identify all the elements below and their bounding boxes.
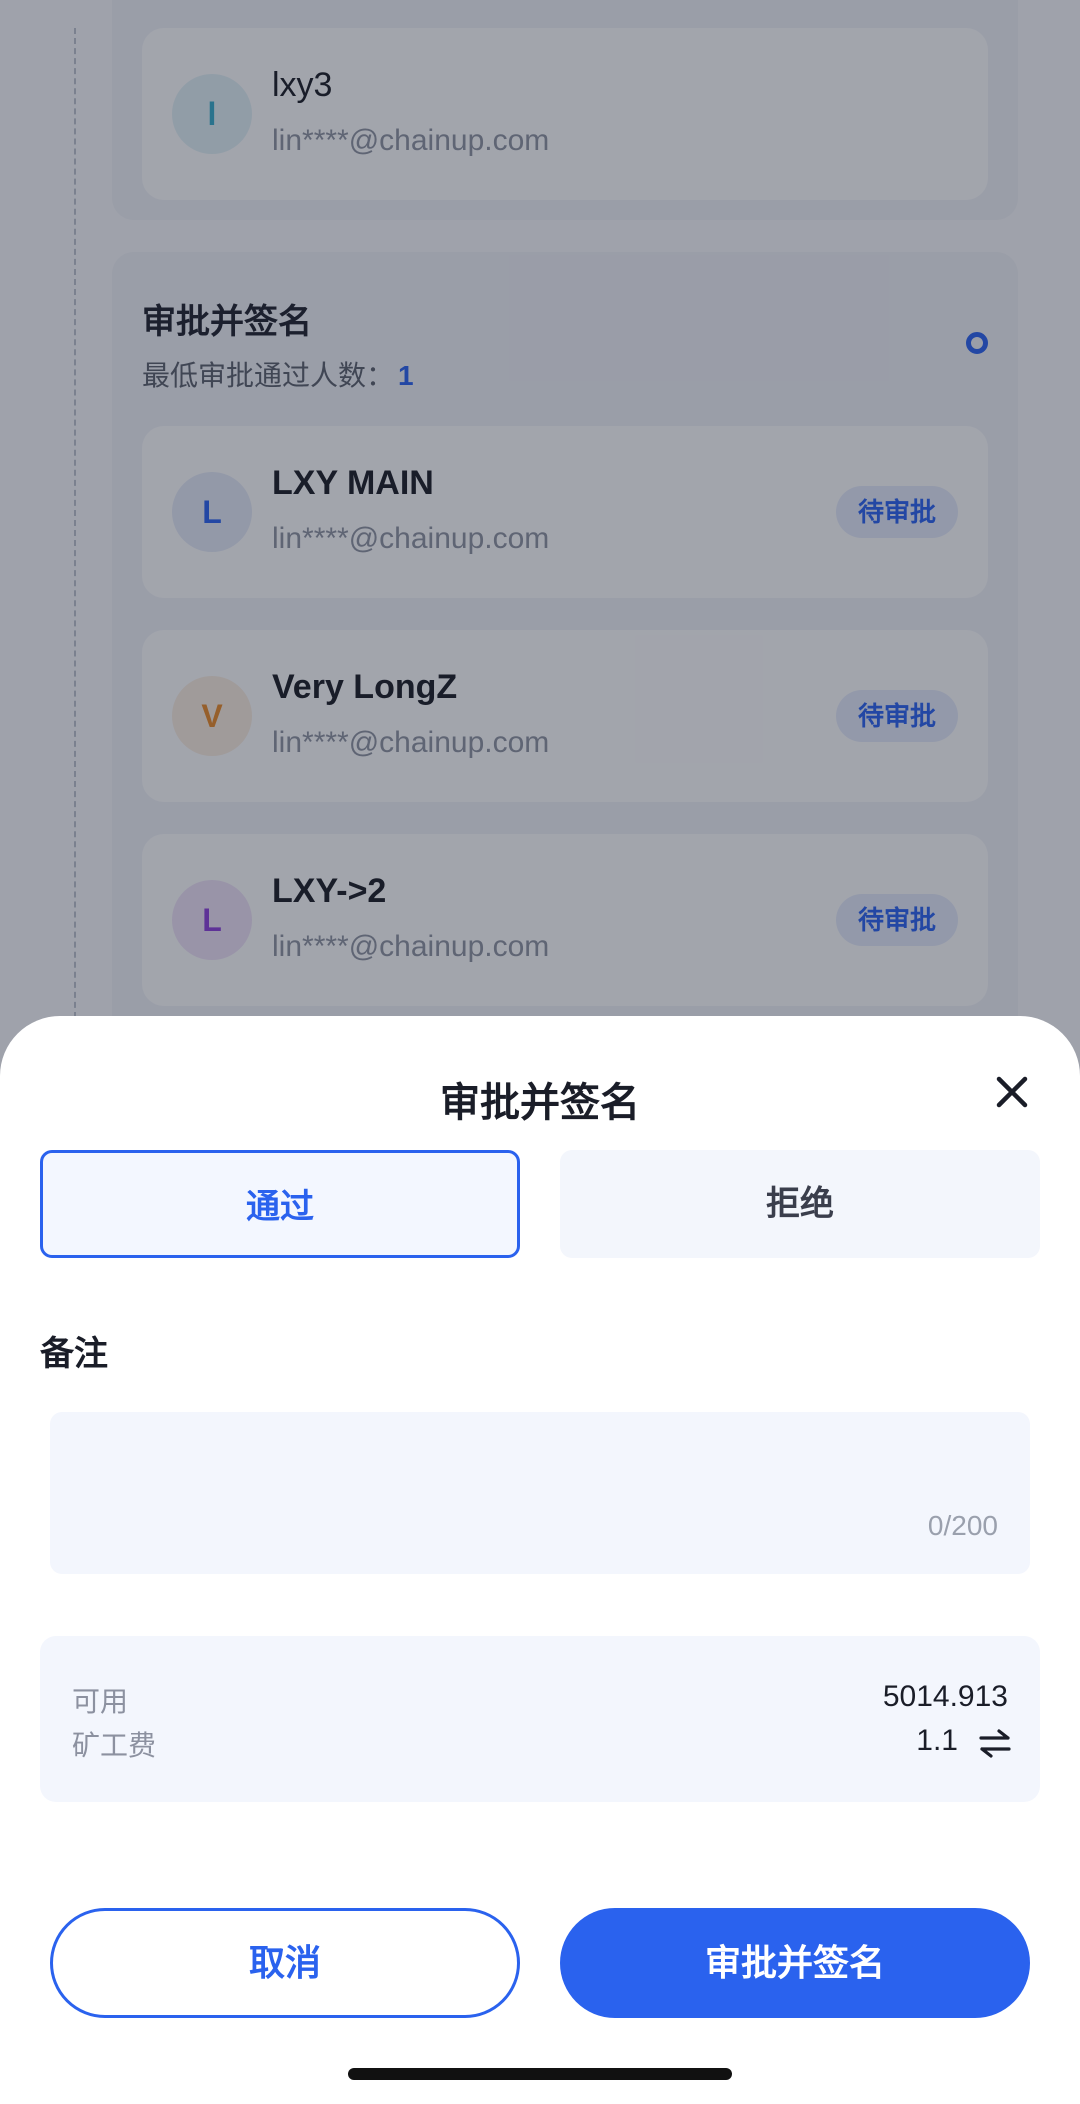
modal-overlay[interactable] bbox=[0, 0, 1080, 1100]
approve-option-button[interactable]: 通过 bbox=[40, 1150, 520, 1258]
miner-fee-value: 1.1 bbox=[916, 1724, 958, 1757]
available-label: 可用 bbox=[72, 1686, 129, 1717]
reject-option-button[interactable]: 拒绝 bbox=[560, 1150, 1040, 1258]
remark-input[interactable]: 0/200 bbox=[50, 1412, 1030, 1574]
cancel-button[interactable]: 取消 bbox=[50, 1908, 520, 2018]
fee-panel: 可用 5014.913 矿工费 1.1 bbox=[40, 1636, 1040, 1802]
sheet-title: 审批并签名 bbox=[440, 1081, 640, 1125]
swap-icon[interactable] bbox=[978, 1728, 1012, 1758]
home-indicator bbox=[348, 2068, 732, 2080]
remark-label: 备注 bbox=[40, 1335, 108, 1373]
available-value: 5014.913 bbox=[882, 1680, 1008, 1713]
remark-char-count: 0/200 bbox=[927, 1510, 998, 1541]
close-icon[interactable] bbox=[994, 1074, 1030, 1110]
action-footer: 取消 审批并签名 bbox=[0, 1840, 1080, 2104]
approve-sign-button[interactable]: 审批并签名 bbox=[560, 1908, 1030, 2018]
miner-fee-label: 矿工费 bbox=[72, 1730, 157, 1761]
